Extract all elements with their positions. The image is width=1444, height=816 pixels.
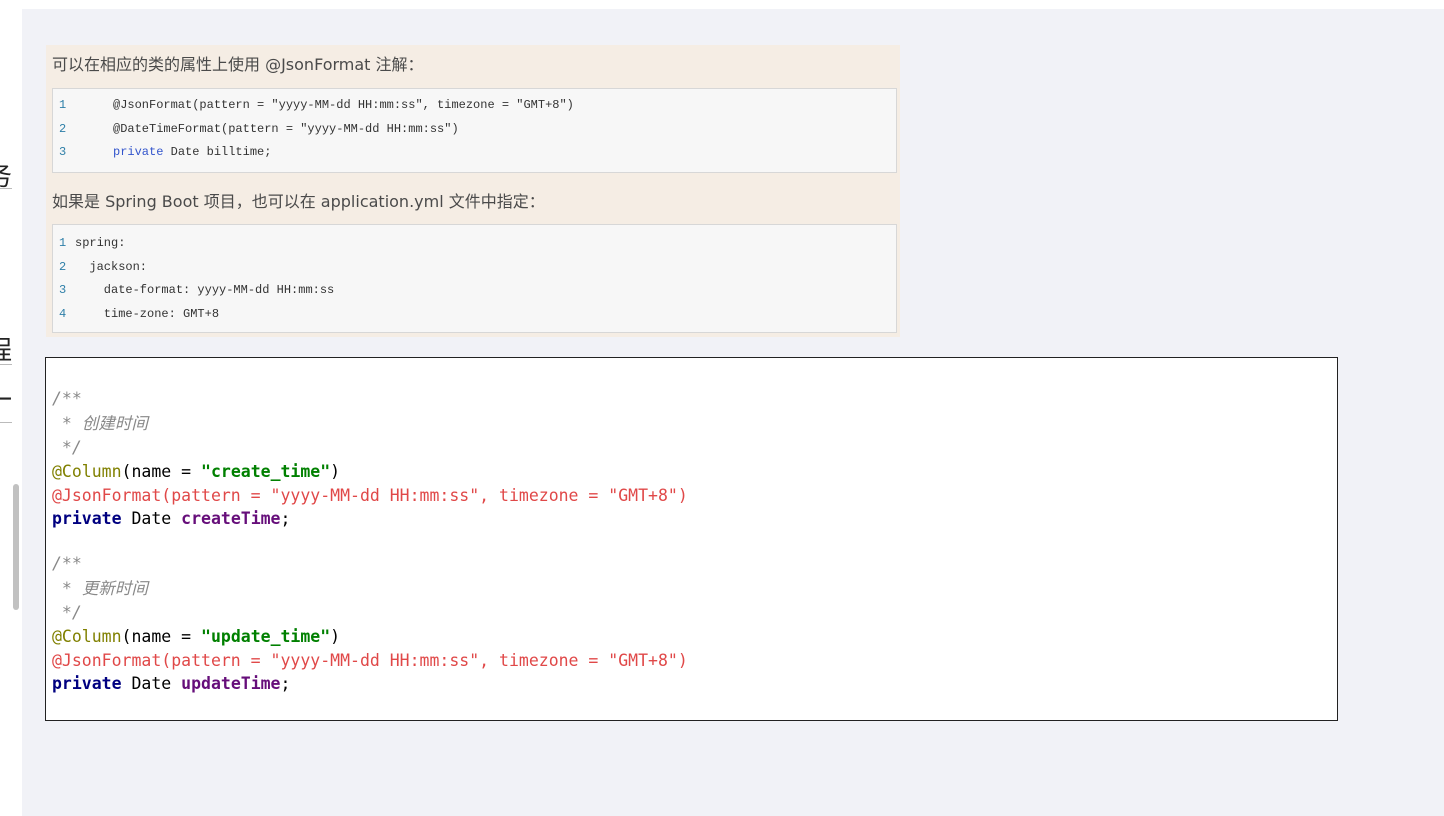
line-number: 2 — [59, 260, 67, 274]
code-line: 2 jackson: — [59, 256, 147, 278]
type-name: Date — [121, 509, 182, 528]
comment: * — [52, 414, 82, 433]
field-name: updateTime — [181, 674, 281, 693]
quote-box: 可以在相应的类的属性上使用 @JsonFormat 注解： 1 @JsonForm… — [46, 45, 900, 337]
code-line: 2 @DateTimeFormat(pattern = "yyyy-MM-dd H… — [59, 118, 459, 140]
code-text: (name = — [121, 627, 202, 646]
left-sidebar-fragment: 务 程 一 — [0, 0, 22, 816]
code-line: 1 spring: — [59, 232, 125, 254]
scrollbar-thumb[interactable] — [13, 484, 19, 610]
code-text: jackson: — [75, 260, 148, 274]
code-text: ) — [330, 627, 341, 646]
code-text: ; — [280, 674, 291, 693]
code-line: 1 @JsonFormat(pattern = "yyyy-MM-dd HH:mm… — [59, 94, 574, 116]
code-text: spring: — [75, 236, 126, 250]
keyword: private — [113, 145, 164, 159]
code-line: private Date createTime; — [52, 507, 290, 530]
code-line: */ — [52, 436, 82, 459]
line-number: 1 — [59, 236, 67, 250]
annotation: @Column — [52, 462, 122, 481]
line-number: 2 — [59, 122, 67, 136]
string-literal: "create_time" — [201, 462, 331, 481]
code-snippet-yaml: 1 spring: 2 jackson: 3 date-format: yyyy-… — [52, 224, 897, 333]
code-text: time-zone: GMT+8 — [75, 307, 220, 321]
code-line: /** — [52, 387, 82, 410]
line-number: 3 — [59, 283, 67, 297]
line-number: 4 — [59, 307, 67, 321]
json-format-annotation: @JsonFormat(pattern = "yyyy-MM-dd HH:mm:… — [52, 486, 688, 505]
spring-boot-text: 如果是 Spring Boot 项目，也可以在 application.yml … — [52, 192, 545, 211]
line-number: 1 — [59, 98, 67, 112]
code-line: private Date updateTime; — [52, 672, 290, 695]
code-line: */ — [52, 601, 82, 624]
divider — [0, 364, 12, 365]
code-text: date-format: yyyy-MM-dd HH:mm:ss — [75, 283, 335, 297]
comment-text: 创建时间 — [81, 414, 148, 433]
divider — [0, 422, 12, 423]
code-line: @JsonFormat(pattern = "yyyy-MM-dd HH:mm:… — [52, 649, 688, 672]
code-line: * 更新时间 — [52, 577, 148, 600]
comment-text: 更新时间 — [81, 579, 148, 598]
keyword: private — [52, 674, 122, 693]
field-name: createTime — [181, 509, 281, 528]
sidebar-text-fragment[interactable]: 一 — [0, 380, 12, 417]
code-block[interactable]: /** * 创建时间 */ @Column(name = "create_tim… — [45, 357, 1338, 721]
top-bar — [22, 0, 1444, 9]
comment: /** — [52, 554, 82, 573]
keyword: private — [52, 509, 122, 528]
code-line: /** — [52, 552, 82, 575]
code-text: (name = — [121, 462, 202, 481]
string-literal: "update_time" — [201, 627, 331, 646]
code-line: @JsonFormat(pattern = "yyyy-MM-dd HH:mm:… — [52, 484, 688, 507]
code-text: @DateTimeFormat(pattern = "yyyy-MM-dd HH… — [113, 122, 459, 136]
divider — [0, 188, 12, 189]
code-text: @JsonFormat(pattern = "yyyy-MM-dd HH:mm:… — [113, 98, 574, 112]
sidebar-text-fragment[interactable]: 程 — [0, 330, 12, 367]
article-content: 可以在相应的类的属性上使用 @JsonFormat 注解： 1 @JsonForm… — [22, 0, 1444, 816]
code-line: * 创建时间 — [52, 412, 148, 435]
comment: */ — [52, 438, 82, 457]
code-snippet-java: 1 @JsonFormat(pattern = "yyyy-MM-dd HH:mm… — [52, 88, 897, 173]
comment: */ — [52, 603, 82, 622]
comment: /** — [52, 389, 82, 408]
code-text: ; — [280, 509, 291, 528]
json-format-annotation: @JsonFormat(pattern = "yyyy-MM-dd HH:mm:… — [52, 651, 688, 670]
code-line: 4 time-zone: GMT+8 — [59, 303, 219, 325]
code-line: 3 date-format: yyyy-MM-dd HH:mm:ss — [59, 279, 334, 301]
code-line: @Column(name = "create_time") — [52, 460, 340, 483]
comment: * — [52, 579, 82, 598]
line-number: 3 — [59, 145, 67, 159]
code-text: ) — [330, 462, 341, 481]
annotation: @Column — [52, 627, 122, 646]
intro-text: 可以在相应的类的属性上使用 @JsonFormat 注解： — [52, 55, 424, 74]
type-name: Date — [121, 674, 182, 693]
code-line: @Column(name = "update_time") — [52, 625, 340, 648]
code-text: Date billtime; — [163, 145, 272, 159]
code-line: 3 private Date billtime; — [59, 141, 271, 163]
